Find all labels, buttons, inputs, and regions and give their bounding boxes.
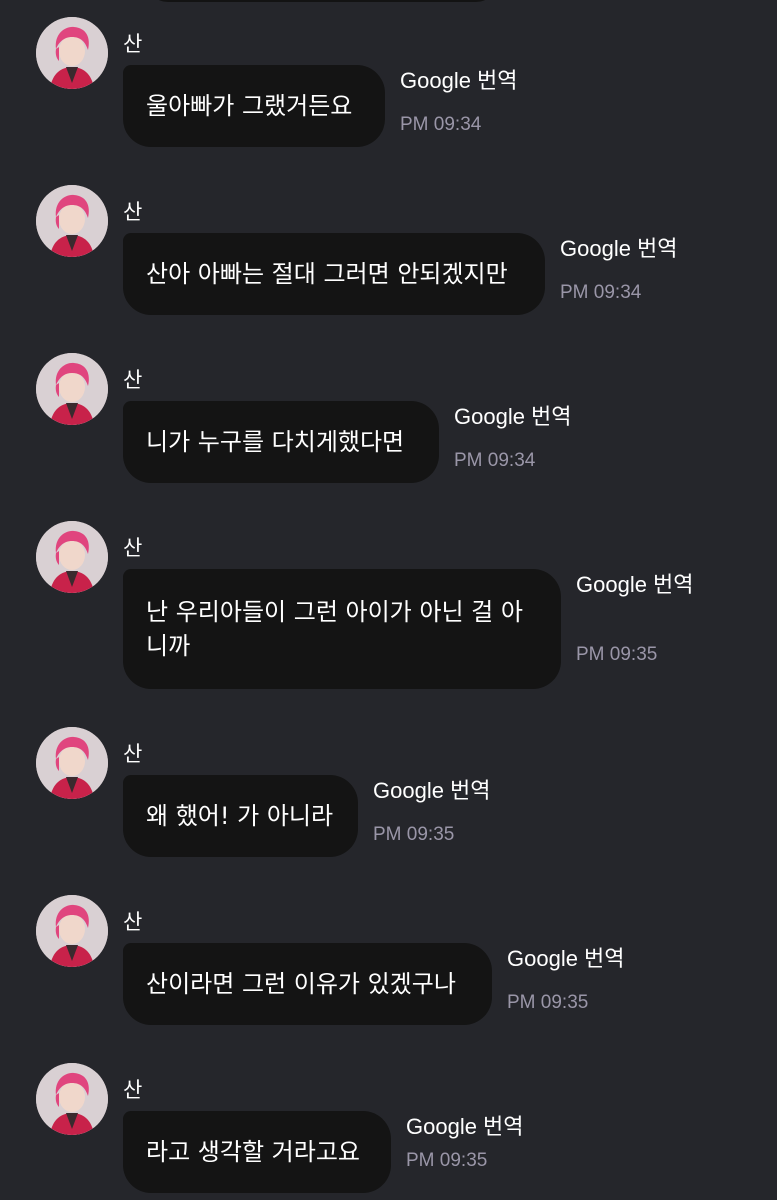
avatar[interactable] [36, 521, 108, 593]
avatar[interactable] [36, 727, 108, 799]
profile-photo [36, 895, 108, 967]
timestamp: PM 09:34 [454, 450, 536, 471]
message-meta: Google 번역 PM 09:35 [507, 945, 625, 1013]
google-translate-link[interactable]: Google 번역 [576, 571, 694, 599]
timestamp: PM 09:34 [560, 282, 642, 303]
message-meta: Google 번역 PM 09:34 [454, 403, 572, 471]
message-meta: Google 번역 PM 09:35 [576, 571, 694, 665]
timestamp: PM 09:34 [400, 114, 482, 135]
sender-name: 산 [123, 368, 143, 392]
google-translate-link[interactable]: Google 번역 [560, 235, 678, 263]
timestamp: PM 09:35 [406, 1150, 488, 1171]
avatar[interactable] [36, 353, 108, 425]
sender-name: 산 [123, 742, 143, 766]
timestamp: PM 09:35 [507, 992, 589, 1013]
message-bubble[interactable]: 울아빠가 그랬거든요 [123, 65, 385, 147]
sender-name: 산 [123, 32, 143, 56]
sender-name: 산 [123, 910, 143, 934]
message-bubble[interactable]: 산이라면 그런 이유가 있겠구나 [123, 943, 492, 1025]
profile-photo [36, 1063, 108, 1135]
sender-name: 산 [123, 200, 143, 224]
message-bubble[interactable]: 왜 했어! 가 아니라 [123, 775, 358, 857]
profile-photo [36, 185, 108, 257]
google-translate-link[interactable]: Google 번역 [373, 777, 491, 805]
avatar[interactable] [36, 17, 108, 89]
message-bubble[interactable]: 산아 아빠는 절대 그러면 안되겠지만 [123, 233, 545, 315]
timestamp: PM 09:35 [576, 644, 658, 665]
message-bubble[interactable]: 라고 생각할 거라고요 [123, 1111, 391, 1193]
message-bubble[interactable]: 니가 누구를 다치게했다면 [123, 401, 439, 483]
sender-name: 산 [123, 1078, 143, 1102]
profile-photo [36, 727, 108, 799]
sender-name: 산 [123, 536, 143, 560]
google-translate-link[interactable]: Google 번역 [400, 67, 518, 95]
previous-message-bubble [146, 0, 498, 2]
profile-photo [36, 521, 108, 593]
profile-photo [36, 353, 108, 425]
avatar[interactable] [36, 1063, 108, 1135]
google-translate-link[interactable]: Google 번역 [406, 1113, 524, 1141]
message-bubble[interactable]: 난 우리아들이 그런 아이가 아닌 걸 아니까 [123, 569, 561, 689]
avatar[interactable] [36, 185, 108, 257]
message-meta: Google 번역 PM 09:35 [373, 777, 491, 845]
google-translate-link[interactable]: Google 번역 [454, 403, 572, 431]
google-translate-link[interactable]: Google 번역 [507, 945, 625, 973]
message-meta: Google 번역 PM 09:34 [400, 67, 518, 135]
profile-photo [36, 17, 108, 89]
timestamp: PM 09:35 [373, 824, 455, 845]
avatar[interactable] [36, 895, 108, 967]
message-meta: Google 번역 PM 09:34 [560, 235, 678, 303]
message-meta: Google 번역 PM 09:35 [406, 1113, 524, 1171]
